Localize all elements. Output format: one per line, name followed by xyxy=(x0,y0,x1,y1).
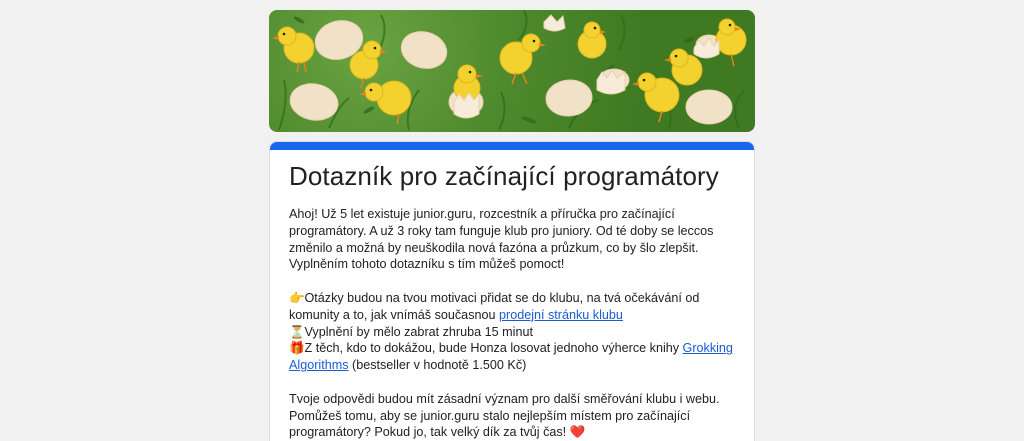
form-container: Dotazník pro začínající programátory Aho… xyxy=(269,10,755,441)
heart-icon: ❤️ xyxy=(569,425,586,440)
club-sales-page-link[interactable]: prodejní stránku klubu xyxy=(499,308,623,322)
bullet-giveaway: 🎁 Z těch, kdo to dokážou, bude Honza los… xyxy=(289,341,733,373)
form-intro: Ahoj! Už 5 let existuje junior.guru, roz… xyxy=(289,207,714,272)
header-image-easter-chicks xyxy=(269,10,755,132)
bullet-questions: 👉 Otázky budou na tvou motivaci přidat s… xyxy=(289,290,700,322)
gift-icon: 🎁 xyxy=(289,341,305,356)
pointing-hand-icon: 👉 xyxy=(289,290,305,305)
bullet-duration: ⏳ Vyplnění by mělo zabrat zhruba 15 minu… xyxy=(289,324,533,339)
form-closing: Tvoje odpovědi budou mít zásadní význam … xyxy=(289,391,720,440)
form-title: Dotazník pro začínající programátory xyxy=(289,161,719,191)
form-header-card: Dotazník pro začínající programátory Aho… xyxy=(269,141,755,441)
accent-bar xyxy=(270,142,754,150)
hourglass-icon: ⏳ xyxy=(289,324,305,339)
